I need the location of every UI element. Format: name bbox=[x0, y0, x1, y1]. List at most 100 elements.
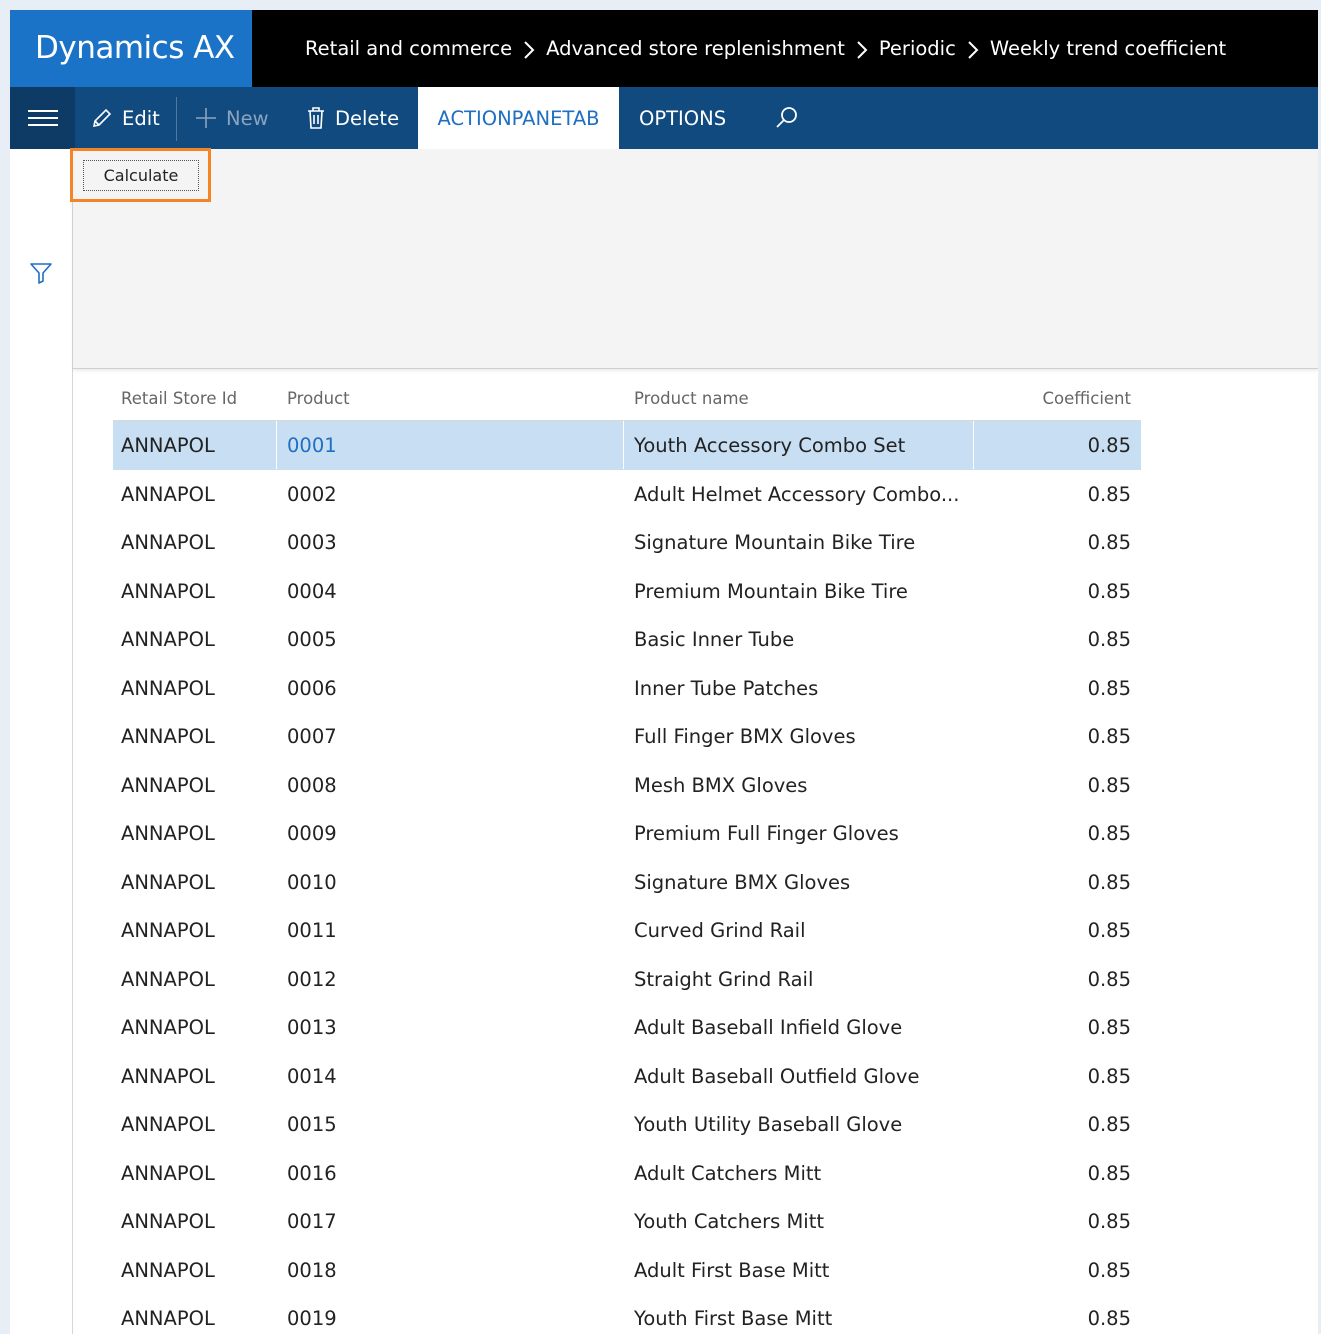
cell-store-id: ANNAPOL bbox=[121, 1113, 215, 1136]
table-row[interactable]: ANNAPOL 0010 Signature BMX Gloves 0.85 bbox=[113, 858, 1141, 907]
cell-coefficient: 0.85 bbox=[1087, 676, 1131, 700]
cell-product: 0006 bbox=[287, 676, 337, 700]
cell-coefficient: 0.85 bbox=[1087, 1161, 1131, 1185]
cell-coefficient: 0.85 bbox=[1087, 1258, 1131, 1282]
table-row[interactable]: ANNAPOL 0012 Straight Grind Rail 0.85 bbox=[113, 955, 1141, 1004]
cell-product-name: Curved Grind Rail bbox=[634, 919, 806, 942]
cell-product: 0007 bbox=[287, 725, 337, 748]
edit-button[interactable]: Edit bbox=[90, 87, 160, 149]
chevron-right-icon bbox=[845, 37, 879, 60]
grid-body: ANNAPOL 0001 Youth Accessory Combo Set 0.85… bbox=[113, 421, 1141, 1334]
cell-product: 0008 bbox=[287, 773, 337, 797]
table-row[interactable]: ANNAPOL 0007 Full Finger BMX Gloves 0.85 bbox=[113, 712, 1141, 761]
column-separator bbox=[623, 421, 624, 469]
cell-coefficient: 0.85 bbox=[1087, 822, 1131, 845]
cell-product-name: Adult Helmet Accessory Combo... bbox=[634, 482, 960, 506]
table-row[interactable]: ANNAPOL 0005 Basic Inner Tube 0.85 bbox=[113, 615, 1141, 664]
table-row[interactable]: ANNAPOL 0018 Adult First Base Mitt 0.85 bbox=[113, 1246, 1141, 1295]
column-header-store-id[interactable]: Retail Store Id bbox=[121, 389, 237, 408]
table-row[interactable]: ANNAPOL 0017 Youth Catchers Mitt 0.85 bbox=[113, 1197, 1141, 1246]
cell-coefficient: 0.85 bbox=[1087, 1064, 1131, 1088]
delete-button[interactable]: Delete bbox=[305, 87, 399, 149]
calculate-button[interactable]: Calculate bbox=[83, 160, 199, 191]
new-label: New bbox=[226, 106, 269, 130]
cell-coefficient: 0.85 bbox=[1087, 1016, 1131, 1039]
top-bar: Dynamics AX Retail and commerce Advanced… bbox=[10, 10, 1318, 87]
table-row[interactable]: ANNAPOL 0009 Premium Full Finger Gloves 0.8… bbox=[113, 809, 1141, 858]
table-row[interactable]: ANNAPOL 0011 Curved Grind Rail 0.85 bbox=[113, 906, 1141, 955]
cell-store-id: ANNAPOL bbox=[121, 870, 215, 894]
cell-coefficient: 0.85 bbox=[1087, 579, 1131, 603]
hamburger-menu-icon[interactable] bbox=[10, 87, 75, 149]
cell-product-name: Signature BMX Gloves bbox=[634, 870, 851, 894]
cell-store-id: ANNAPOL bbox=[121, 676, 215, 700]
table-row[interactable]: ANNAPOL 0004 Premium Mountain Bike Tire 0.8… bbox=[113, 567, 1141, 616]
cell-store-id: ANNAPOL bbox=[121, 1307, 215, 1330]
breadcrumb-item-weekly-trend[interactable]: Weekly trend coefficient bbox=[990, 37, 1226, 60]
table-row[interactable]: ANNAPOL 0015 Youth Utility Baseball Glove 0… bbox=[113, 1100, 1141, 1149]
search-icon[interactable] bbox=[774, 87, 808, 149]
column-header-product-name[interactable]: Product name bbox=[634, 389, 749, 408]
cell-product: 0011 bbox=[287, 919, 337, 942]
cell-product: 0018 bbox=[287, 1258, 337, 1282]
cell-product-name: Youth Accessory Combo Set bbox=[634, 434, 906, 457]
cell-product: 0003 bbox=[287, 531, 337, 554]
breadcrumb-item-periodic[interactable]: Periodic bbox=[879, 37, 956, 60]
table-row[interactable]: ANNAPOL 0001 Youth Accessory Combo Set 0.85 bbox=[113, 421, 1141, 470]
cell-product: 0009 bbox=[287, 822, 337, 845]
edit-label: Edit bbox=[122, 106, 160, 130]
table-row[interactable]: ANNAPOL 0013 Adult Baseball Infield Glove 0… bbox=[113, 1003, 1141, 1052]
grid-header: Retail Store Id Product Product name Coe… bbox=[113, 386, 1141, 421]
cell-coefficient: 0.85 bbox=[1087, 870, 1131, 894]
cell-product-name: Youth Catchers Mitt bbox=[634, 1210, 825, 1233]
table-row[interactable]: ANNAPOL 0014 Adult Baseball Outfield Glove… bbox=[113, 1052, 1141, 1101]
cell-product-name: Inner Tube Patches bbox=[634, 676, 819, 700]
coefficient-grid: Retail Store Id Product Product name Coe… bbox=[113, 386, 1141, 1334]
cell-product: 0002 bbox=[287, 482, 337, 506]
cell-coefficient: 0.85 bbox=[1087, 1210, 1131, 1233]
column-header-product[interactable]: Product bbox=[287, 389, 350, 408]
filter-icon[interactable] bbox=[29, 261, 53, 289]
column-header-coefficient[interactable]: Coefficient bbox=[1043, 389, 1131, 408]
column-separator bbox=[276, 421, 277, 469]
cell-product-name: Adult Baseball Outfield Glove bbox=[634, 1064, 920, 1088]
cell-product-name: Basic Inner Tube bbox=[634, 628, 795, 651]
cell-coefficient: 0.85 bbox=[1087, 919, 1131, 942]
cell-product: 0016 bbox=[287, 1161, 337, 1185]
tab-options[interactable]: OPTIONS bbox=[639, 87, 726, 149]
cell-store-id: ANNAPOL bbox=[121, 967, 215, 991]
cell-store-id: ANNAPOL bbox=[121, 1064, 215, 1088]
cell-product-name: Adult Baseball Infield Glove bbox=[634, 1016, 903, 1039]
cell-product-name: Adult First Base Mitt bbox=[634, 1258, 830, 1282]
toolbar-divider bbox=[176, 97, 177, 141]
app-title[interactable]: Dynamics AX bbox=[10, 10, 252, 87]
table-row[interactable]: ANNAPOL 0008 Mesh BMX Gloves 0.85 bbox=[113, 761, 1141, 810]
table-row[interactable]: ANNAPOL 0016 Adult Catchers Mitt 0.85 bbox=[113, 1149, 1141, 1198]
table-row[interactable]: ANNAPOL 0019 Youth First Base Mitt 0.85 bbox=[113, 1294, 1141, 1334]
cell-store-id: ANNAPOL bbox=[121, 1016, 215, 1039]
table-row[interactable]: ANNAPOL 0006 Inner Tube Patches 0.85 bbox=[113, 664, 1141, 713]
cell-store-id: ANNAPOL bbox=[121, 725, 215, 748]
table-row[interactable]: ANNAPOL 0002 Adult Helmet Accessory Combo.… bbox=[113, 470, 1141, 519]
table-row[interactable]: ANNAPOL 0003 Signature Mountain Bike Tire 0… bbox=[113, 518, 1141, 567]
tab-actionpanetab[interactable]: ACTIONPANETAB bbox=[418, 87, 619, 149]
cell-product[interactable]: 0001 bbox=[287, 434, 337, 457]
cell-store-id: ANNAPOL bbox=[121, 773, 215, 797]
breadcrumb-item-retail[interactable]: Retail and commerce bbox=[305, 37, 512, 60]
options-label: OPTIONS bbox=[639, 106, 727, 130]
pencil-icon bbox=[92, 108, 112, 128]
cell-coefficient: 0.85 bbox=[1087, 434, 1131, 457]
cell-product: 0010 bbox=[287, 870, 337, 894]
cell-product-name: Adult Catchers Mitt bbox=[634, 1161, 822, 1185]
new-button[interactable]: New bbox=[194, 87, 269, 149]
trash-icon bbox=[308, 107, 324, 129]
cell-product-name: Youth First Base Mitt bbox=[634, 1307, 833, 1330]
cell-store-id: ANNAPOL bbox=[121, 531, 215, 554]
cell-product-name: Premium Full Finger Gloves bbox=[634, 822, 899, 845]
cell-store-id: ANNAPOL bbox=[121, 628, 215, 651]
breadcrumb-item-replenishment[interactable]: Advanced store replenishment bbox=[546, 37, 845, 60]
cell-product-name: Full Finger BMX Gloves bbox=[634, 725, 856, 748]
breadcrumb: Retail and commerce Advanced store reple… bbox=[305, 10, 1226, 87]
cell-coefficient: 0.85 bbox=[1087, 773, 1131, 797]
left-rail bbox=[10, 149, 73, 1334]
